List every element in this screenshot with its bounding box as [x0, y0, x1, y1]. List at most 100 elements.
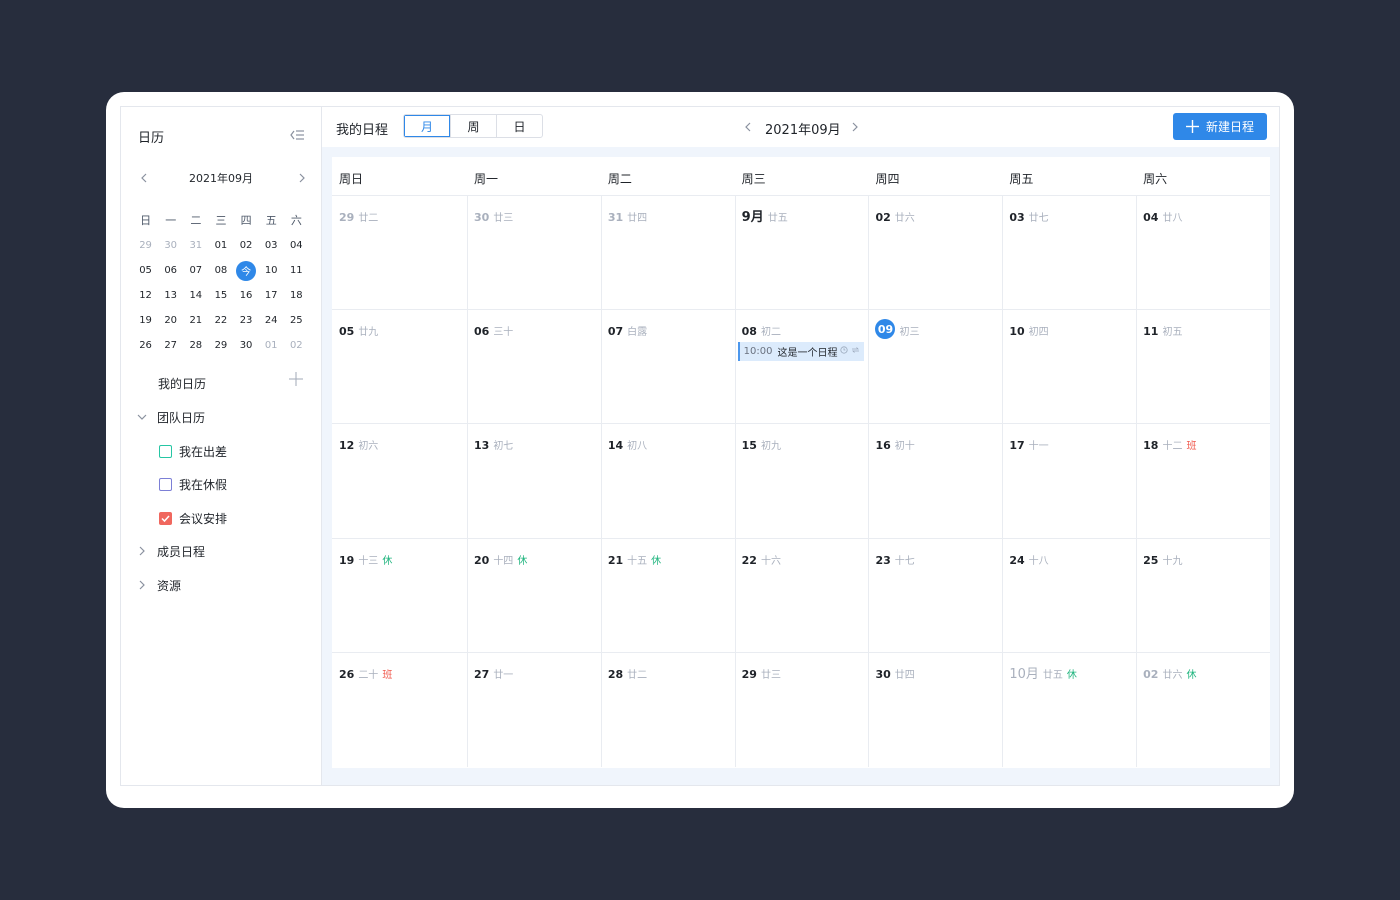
calendar-day[interactable]: 28 廿二	[600, 652, 735, 767]
calendar-day[interactable]: 14 初八	[600, 424, 735, 538]
member-schedule-item[interactable]: 成员日程	[135, 541, 205, 561]
member-schedule-label: 成员日程	[157, 544, 206, 559]
mini-day[interactable]: 20	[158, 308, 183, 333]
mini-day[interactable]: 17	[259, 283, 284, 308]
calendar-day[interactable]: 15 初九	[734, 424, 869, 538]
mini-day[interactable]: 13	[158, 283, 183, 308]
my-calendar-item[interactable]: 我的日历	[158, 373, 206, 393]
calendar-day[interactable]: 10月 廿五休	[1002, 652, 1136, 767]
mini-day[interactable]: 28	[183, 333, 208, 358]
team-calendar-1[interactable]: 我在休假	[159, 475, 227, 495]
new-schedule-button[interactable]: 新建日程	[1173, 113, 1267, 140]
calendar-day[interactable]: 26 二十班	[332, 653, 467, 767]
mini-day[interactable]: 16	[234, 283, 259, 308]
my-calendar-label: 我的日历	[158, 376, 207, 391]
calendar-day[interactable]: 29 廿三	[734, 652, 869, 767]
mini-day[interactable]: 23	[234, 308, 259, 333]
calendar-day[interactable]: 11 初五	[1136, 310, 1270, 424]
calendar-day[interactable]: 06 三十	[467, 310, 601, 424]
calendar-day[interactable]: 04 廿八	[1136, 196, 1270, 310]
event-item[interactable]: 10:00 这是一个日程	[737, 342, 864, 362]
mini-day[interactable]: 01	[208, 233, 233, 258]
sidebar-title: 日历	[138, 131, 165, 146]
mini-day[interactable]: 22	[208, 308, 233, 333]
mini-day[interactable]: 25	[284, 308, 309, 333]
mini-day[interactable]: 15	[208, 283, 233, 308]
mini-day[interactable]: 02	[284, 333, 309, 358]
day-number: 29	[741, 667, 757, 681]
checkbox[interactable]	[159, 444, 172, 458]
calendar-day[interactable]: 12 初六	[332, 424, 467, 537]
mini-day[interactable]: 05	[133, 258, 158, 283]
resources-item[interactable]: 资源	[135, 575, 181, 595]
team-calendar-item[interactable]: 团队日历	[135, 407, 205, 427]
collapse-sidebar-icon[interactable]	[289, 127, 305, 143]
mini-next-month-icon[interactable]	[295, 169, 309, 187]
calendar-day[interactable]: 08 初二 10:00 这是一个日程	[734, 310, 869, 424]
mini-day[interactable]: 10	[259, 258, 284, 283]
calendar-day[interactable]: 02 廿六休	[1136, 652, 1270, 767]
calendar-day[interactable]: 31 廿四	[600, 196, 735, 310]
team-calendar-0[interactable]: 我在出差	[159, 441, 227, 461]
calendar-day[interactable]: 02 廿六	[868, 196, 1002, 310]
calendar-day[interactable]: 23 十七	[868, 538, 1002, 652]
calendar-week-row: 19 十三休 20 十四休 21 十五休 22 十六 23 十七 24 十八 25 十九	[332, 538, 1270, 653]
mini-day[interactable]: 27	[158, 333, 183, 358]
calendar-day[interactable]: 30 廿三	[467, 196, 601, 310]
mini-day[interactable]: 07	[183, 258, 208, 283]
mini-day[interactable]: 19	[133, 308, 158, 333]
calendar-day[interactable]: 27 廿一	[467, 652, 601, 767]
calendar-day[interactable]: 03 廿七	[1002, 196, 1136, 310]
add-calendar-icon[interactable]	[289, 371, 303, 386]
calendar-day[interactable]: 30 廿四	[868, 652, 1002, 767]
mini-day[interactable]: 31	[183, 233, 208, 258]
calendar-day[interactable]: 13 初七	[467, 424, 601, 538]
mini-day[interactable]: 26	[133, 333, 158, 358]
calendar-day-today[interactable]: 09 初三	[868, 310, 1002, 424]
mini-day[interactable]: 21	[183, 308, 208, 333]
calendar-day[interactable]: 19 十三休	[332, 539, 467, 652]
view-tab-0[interactable]: 月	[404, 115, 450, 137]
mini-day[interactable]: 11	[284, 258, 309, 283]
calendar-day[interactable]: 25 十九	[1136, 538, 1270, 652]
calendar-day[interactable]: 20 十四休	[467, 538, 601, 652]
view-tab-1[interactable]: 周	[450, 115, 496, 137]
view-tab-2[interactable]: 日	[496, 115, 542, 137]
calendar-day[interactable]: 9月 廿五	[734, 196, 869, 310]
mini-day[interactable]: 29	[133, 233, 158, 258]
lunar-date: 初十	[894, 441, 915, 453]
new-schedule-label: 新建日程	[1205, 120, 1254, 134]
calendar-day[interactable]: 21 十五休	[600, 538, 735, 652]
calendar-day[interactable]: 16 初十	[868, 424, 1002, 538]
mini-day[interactable]: 02	[234, 233, 259, 258]
calendar-day[interactable]: 24 十八	[1002, 538, 1136, 652]
calendar-day[interactable]: 22 十六	[734, 538, 869, 652]
calendar-week-row: 05 廿九 06 三十 07 白露 08 初二 10:00 这是一个日程 09 初三 10 初四 11 初五	[332, 310, 1270, 425]
mini-day-today[interactable]: 今	[234, 258, 259, 283]
mini-day[interactable]: 03	[259, 233, 284, 258]
calendar-day[interactable]: 05 廿九	[332, 310, 467, 423]
checkbox-checked[interactable]	[159, 511, 172, 525]
calendar-day[interactable]: 10 初四	[1002, 310, 1136, 424]
calendar-day[interactable]: 07 白露	[600, 310, 735, 424]
next-month-icon[interactable]	[848, 119, 862, 135]
mini-day[interactable]: 04	[284, 233, 309, 258]
prev-month-icon[interactable]	[741, 119, 755, 135]
day-number: 07	[607, 325, 624, 339]
mini-day[interactable]: 18	[284, 283, 309, 308]
team-calendar-2[interactable]: 会议安排	[159, 508, 227, 528]
checkbox[interactable]	[159, 478, 172, 491]
mini-day[interactable]: 24	[259, 308, 284, 333]
calendar-day[interactable]: 18 十二班	[1136, 424, 1270, 538]
mini-day[interactable]: 30	[158, 233, 183, 258]
mini-day[interactable]: 08	[208, 258, 233, 283]
mini-day[interactable]: 12	[133, 283, 158, 308]
mini-day[interactable]: 14	[183, 283, 208, 308]
mini-day[interactable]: 01	[259, 333, 284, 358]
mini-day[interactable]: 29	[208, 333, 233, 358]
calendar-day[interactable]: 29 廿二	[332, 196, 467, 309]
mini-day[interactable]: 30	[234, 333, 259, 358]
calendar-day[interactable]: 17 十一	[1002, 424, 1136, 538]
period-title: 2021年09月	[765, 123, 841, 138]
mini-day[interactable]: 06	[158, 258, 183, 283]
